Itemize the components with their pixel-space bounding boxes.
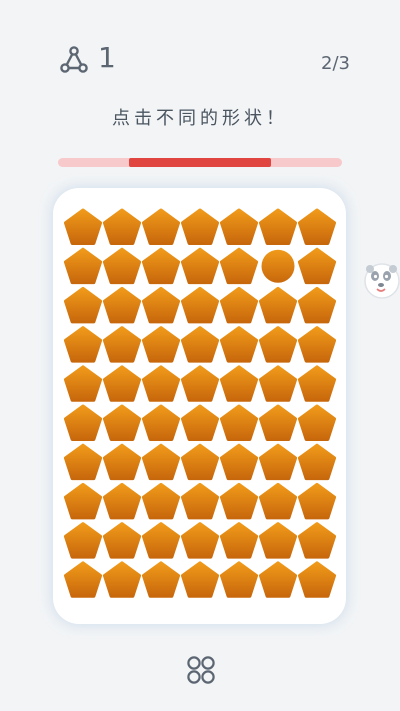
pentagon-shape[interactable] <box>180 286 220 324</box>
pentagon-shape[interactable] <box>219 286 259 324</box>
pentagon-shape[interactable] <box>63 247 103 285</box>
pentagon-shape[interactable] <box>102 208 142 245</box>
pentagon-shape[interactable] <box>258 208 298 245</box>
pentagon-shape[interactable] <box>219 404 259 441</box>
pentagon-shape[interactable] <box>180 208 220 245</box>
pentagon-shape[interactable] <box>141 247 181 285</box>
pentagon-shape[interactable] <box>141 443 181 481</box>
pentagon-shape[interactable] <box>180 561 220 598</box>
timer-bar-fill <box>129 158 271 167</box>
pentagon-shape[interactable] <box>141 326 181 363</box>
score-value: 1 <box>98 41 116 74</box>
pentagon-shape[interactable] <box>141 286 181 324</box>
pentagon-shape[interactable] <box>297 522 337 559</box>
pentagon-shape[interactable] <box>258 522 298 559</box>
pentagon-shape[interactable] <box>180 247 220 285</box>
pentagon-shape[interactable] <box>141 208 181 245</box>
pentagon-shape[interactable] <box>102 404 142 441</box>
timer-bar <box>58 158 342 167</box>
pentagon-shape[interactable] <box>180 522 220 559</box>
four-circles-menu-icon[interactable] <box>185 654 217 686</box>
pentagon-shape[interactable] <box>141 561 181 598</box>
pentagon-shape[interactable] <box>63 561 103 598</box>
pentagon-shape[interactable] <box>180 326 220 363</box>
pentagon-shape[interactable] <box>219 365 259 402</box>
pentagon-shape[interactable] <box>219 443 259 481</box>
pentagon-shape[interactable] <box>297 561 337 598</box>
pentagon-shape[interactable] <box>297 247 337 285</box>
pentagon-shape[interactable] <box>219 561 259 598</box>
pentagon-shape[interactable] <box>258 326 298 363</box>
pentagon-shape[interactable] <box>63 208 103 245</box>
shape-board <box>53 188 346 624</box>
pentagon-shape[interactable] <box>141 482 181 520</box>
pentagon-shape[interactable] <box>219 522 259 559</box>
pentagon-shape[interactable] <box>297 365 337 402</box>
pentagon-shape[interactable] <box>297 208 337 245</box>
pentagon-shape[interactable] <box>102 286 142 324</box>
pentagon-shape[interactable] <box>219 326 259 363</box>
level-progress: 2/3 <box>321 53 350 74</box>
pentagon-shape[interactable] <box>297 482 337 520</box>
pentagon-shape[interactable] <box>63 482 103 520</box>
pentagon-shape[interactable] <box>297 286 337 324</box>
pentagon-shape[interactable] <box>219 482 259 520</box>
pentagon-shape[interactable] <box>102 522 142 559</box>
pentagon-shape[interactable] <box>63 522 103 559</box>
pentagon-shape[interactable] <box>63 286 103 324</box>
triangle-network-icon <box>60 46 88 73</box>
pentagon-shape[interactable] <box>141 365 181 402</box>
pentagon-shape[interactable] <box>102 365 142 402</box>
pentagon-shape[interactable] <box>102 482 142 520</box>
pentagon-shape[interactable] <box>102 326 142 363</box>
shape-grid <box>63 208 337 598</box>
pentagon-shape[interactable] <box>180 482 220 520</box>
pentagon-shape[interactable] <box>102 561 142 598</box>
pentagon-shape[interactable] <box>219 247 259 285</box>
panda-face-icon[interactable] <box>362 262 400 300</box>
pentagon-shape[interactable] <box>297 326 337 363</box>
pentagon-shape[interactable] <box>258 286 298 324</box>
pentagon-shape[interactable] <box>258 365 298 402</box>
odd-circle-shape[interactable] <box>261 249 295 283</box>
pentagon-shape[interactable] <box>180 404 220 441</box>
pentagon-shape[interactable] <box>297 404 337 441</box>
pentagon-shape[interactable] <box>63 326 103 363</box>
pentagon-shape[interactable] <box>258 443 298 481</box>
pentagon-shape[interactable] <box>258 561 298 598</box>
pentagon-shape[interactable] <box>63 443 103 481</box>
instruction-text: 点击不同的形状！ <box>112 108 288 129</box>
pentagon-shape[interactable] <box>141 404 181 441</box>
top-bar: 1 2/3 <box>0 0 400 100</box>
pentagon-shape[interactable] <box>219 208 259 245</box>
pentagon-shape[interactable] <box>297 443 337 481</box>
pentagon-shape[interactable] <box>141 522 181 559</box>
pentagon-shape[interactable] <box>63 404 103 441</box>
pentagon-shape[interactable] <box>63 365 103 402</box>
pentagon-shape[interactable] <box>258 482 298 520</box>
pentagon-shape[interactable] <box>180 443 220 481</box>
pentagon-shape[interactable] <box>102 443 142 481</box>
pentagon-shape[interactable] <box>180 365 220 402</box>
pentagon-shape[interactable] <box>258 404 298 441</box>
pentagon-shape[interactable] <box>102 247 142 285</box>
